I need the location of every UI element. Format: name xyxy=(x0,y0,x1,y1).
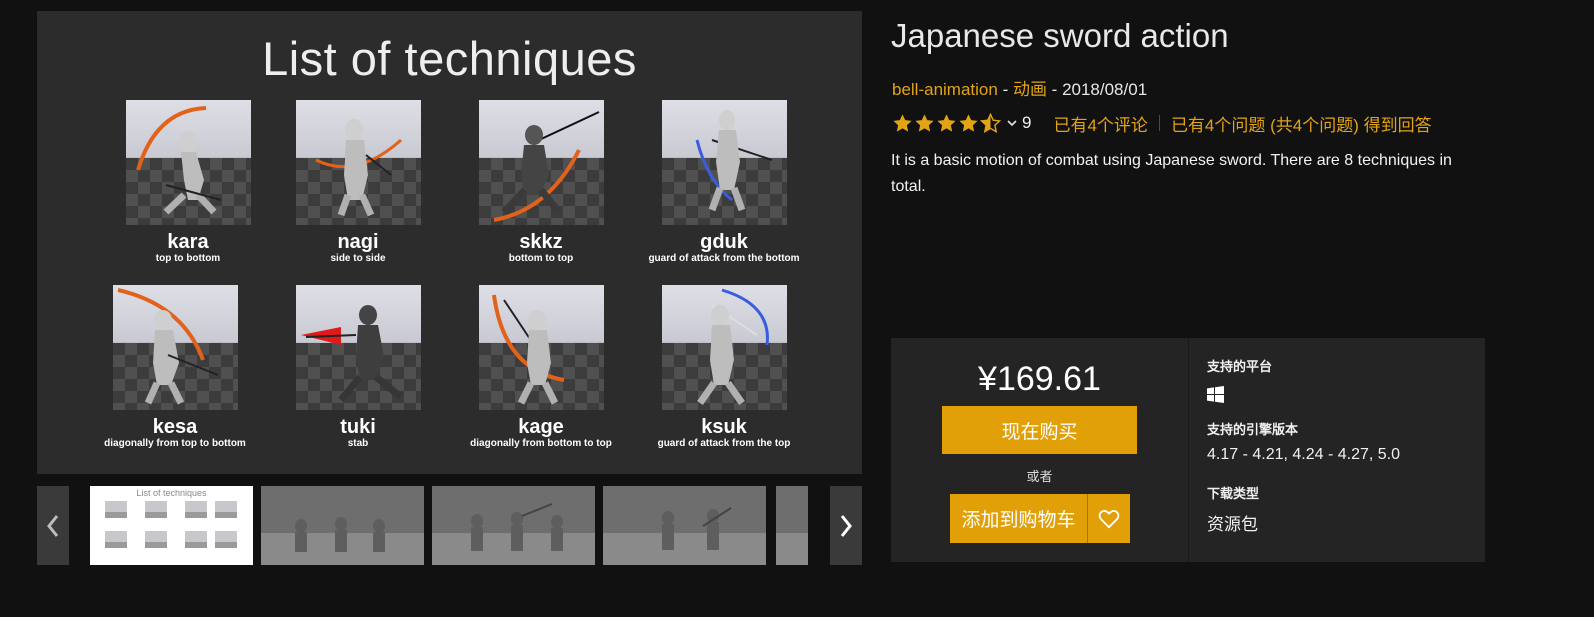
technique-description: side to side xyxy=(330,253,386,264)
star-half-icon xyxy=(980,112,1001,133)
price: ¥169.61 xyxy=(978,360,1101,398)
star-full-icon xyxy=(893,113,912,132)
or-label: 或者 xyxy=(1026,469,1053,484)
technique-card: skkz bottom to top xyxy=(446,100,636,265)
technique-name: tuki xyxy=(340,416,376,438)
technique-card: tuki stab xyxy=(263,285,453,450)
gallery-thumbnail[interactable] xyxy=(261,486,424,565)
technique-card: gduk guard of attack from the bottom xyxy=(629,100,819,265)
reviews-link[interactable]: 已有4个评论 xyxy=(1053,111,1147,136)
star-full-icon xyxy=(915,113,934,132)
star-rating[interactable]: 9 xyxy=(892,112,1032,134)
technique-image xyxy=(125,100,251,225)
wishlist-button[interactable] xyxy=(1088,494,1130,543)
chevron-down-icon xyxy=(1007,120,1017,127)
technique-name: kesa xyxy=(152,416,198,438)
purchase-panel: ¥169.61 现在购买 或者 添加到购物车 支持的平台 支持的引擎版本 4.1… xyxy=(891,338,1485,562)
gallery-prev-button[interactable] xyxy=(37,486,69,565)
engine-versions: 4.17 - 4.21, 4.24 - 4.27, 5.0 xyxy=(1207,446,1401,463)
technique-image xyxy=(478,100,604,225)
download-type-label: 下载类型 xyxy=(1207,486,1260,501)
product-description: It is a basic motion of combat using Jap… xyxy=(891,152,1452,195)
release-date: 2018/08/01 xyxy=(1062,80,1148,99)
technique-description: diagonally from top to bottom xyxy=(104,438,246,449)
seller-link[interactable]: bell-animation xyxy=(892,80,998,99)
questions-link[interactable]: 已有4个问题 (共4个问题) 得到回答 xyxy=(1171,111,1432,136)
technique-image xyxy=(661,285,787,410)
divider xyxy=(1158,115,1160,131)
gallery-thumbnail[interactable] xyxy=(603,486,766,565)
gallery-thumbnail-active[interactable]: List of techniques xyxy=(90,486,253,565)
meta-separator: - xyxy=(997,80,1013,99)
technique-image xyxy=(295,100,421,225)
category-link[interactable]: 动画 xyxy=(1013,80,1047,99)
technique-card: nagi side to side xyxy=(263,100,453,265)
technique-card: ksuk guard of attack from the top xyxy=(629,285,819,450)
technique-name: skkz xyxy=(519,231,563,253)
engine-versions-label: 支持的引擎版本 xyxy=(1207,422,1299,437)
technique-name: ksuk xyxy=(701,416,747,438)
buy-now-button[interactable]: 现在购买 xyxy=(942,406,1137,454)
platforms-label: 支持的平台 xyxy=(1207,359,1273,374)
technique-name: kara xyxy=(167,231,209,253)
technique-image xyxy=(112,285,238,410)
technique-card: kage diagonally from bottom to top xyxy=(446,285,636,450)
technique-image xyxy=(478,285,604,410)
preview-title: List of techniques xyxy=(262,32,637,85)
gallery-thumbnail[interactable] xyxy=(432,486,595,565)
product-title: Japanese sword action xyxy=(891,17,1229,54)
main-preview-image[interactable]: List of techniques kara top to bottom na… xyxy=(37,11,862,474)
product-meta: bell-animation - 动画 - 2018/08/01 xyxy=(892,75,1147,100)
rating-count: 9 xyxy=(1022,113,1032,132)
technique-image xyxy=(295,285,421,410)
technique-description: bottom to top xyxy=(508,253,574,264)
technique-description: diagonally from bottom to top xyxy=(470,438,612,449)
rating-row: 9 已有4个评论 已有4个问题 (共4个问题) 得到回答 xyxy=(892,111,1432,135)
meta-separator: - xyxy=(1046,80,1063,99)
add-to-cart-button[interactable]: 添加到购物车 xyxy=(950,494,1088,543)
star-full-icon xyxy=(937,113,956,132)
technique-description: stab xyxy=(347,438,369,449)
gallery-next-button[interactable] xyxy=(830,486,862,565)
star-full-icon xyxy=(959,113,978,132)
heart-icon xyxy=(1098,509,1120,528)
technique-card: kara top to bottom xyxy=(93,100,283,265)
add-to-cart-group: 添加到购物车 xyxy=(950,494,1130,543)
chevron-left-icon xyxy=(47,514,59,537)
technique-name: nagi xyxy=(337,231,379,253)
technique-name: gduk xyxy=(700,231,748,253)
technique-description: guard of attack from the top xyxy=(657,438,791,449)
chevron-right-icon xyxy=(840,514,852,537)
purchase-actions: ¥169.61 现在购买 或者 添加到购物车 xyxy=(891,338,1189,562)
gallery-thumbnail-partial[interactable] xyxy=(776,486,808,565)
technique-description: top to bottom xyxy=(155,253,221,264)
windows-icon xyxy=(1207,386,1224,403)
product-specs: 支持的平台 支持的引擎版本 4.17 - 4.21, 4.24 - 4.27, … xyxy=(1207,338,1477,562)
technique-image xyxy=(661,100,787,225)
download-type: 资源包 xyxy=(1207,515,1258,534)
technique-description: guard of attack from the bottom xyxy=(648,253,800,264)
technique-name: kage xyxy=(518,416,564,438)
technique-card: kesa diagonally from top to bottom xyxy=(80,285,270,450)
